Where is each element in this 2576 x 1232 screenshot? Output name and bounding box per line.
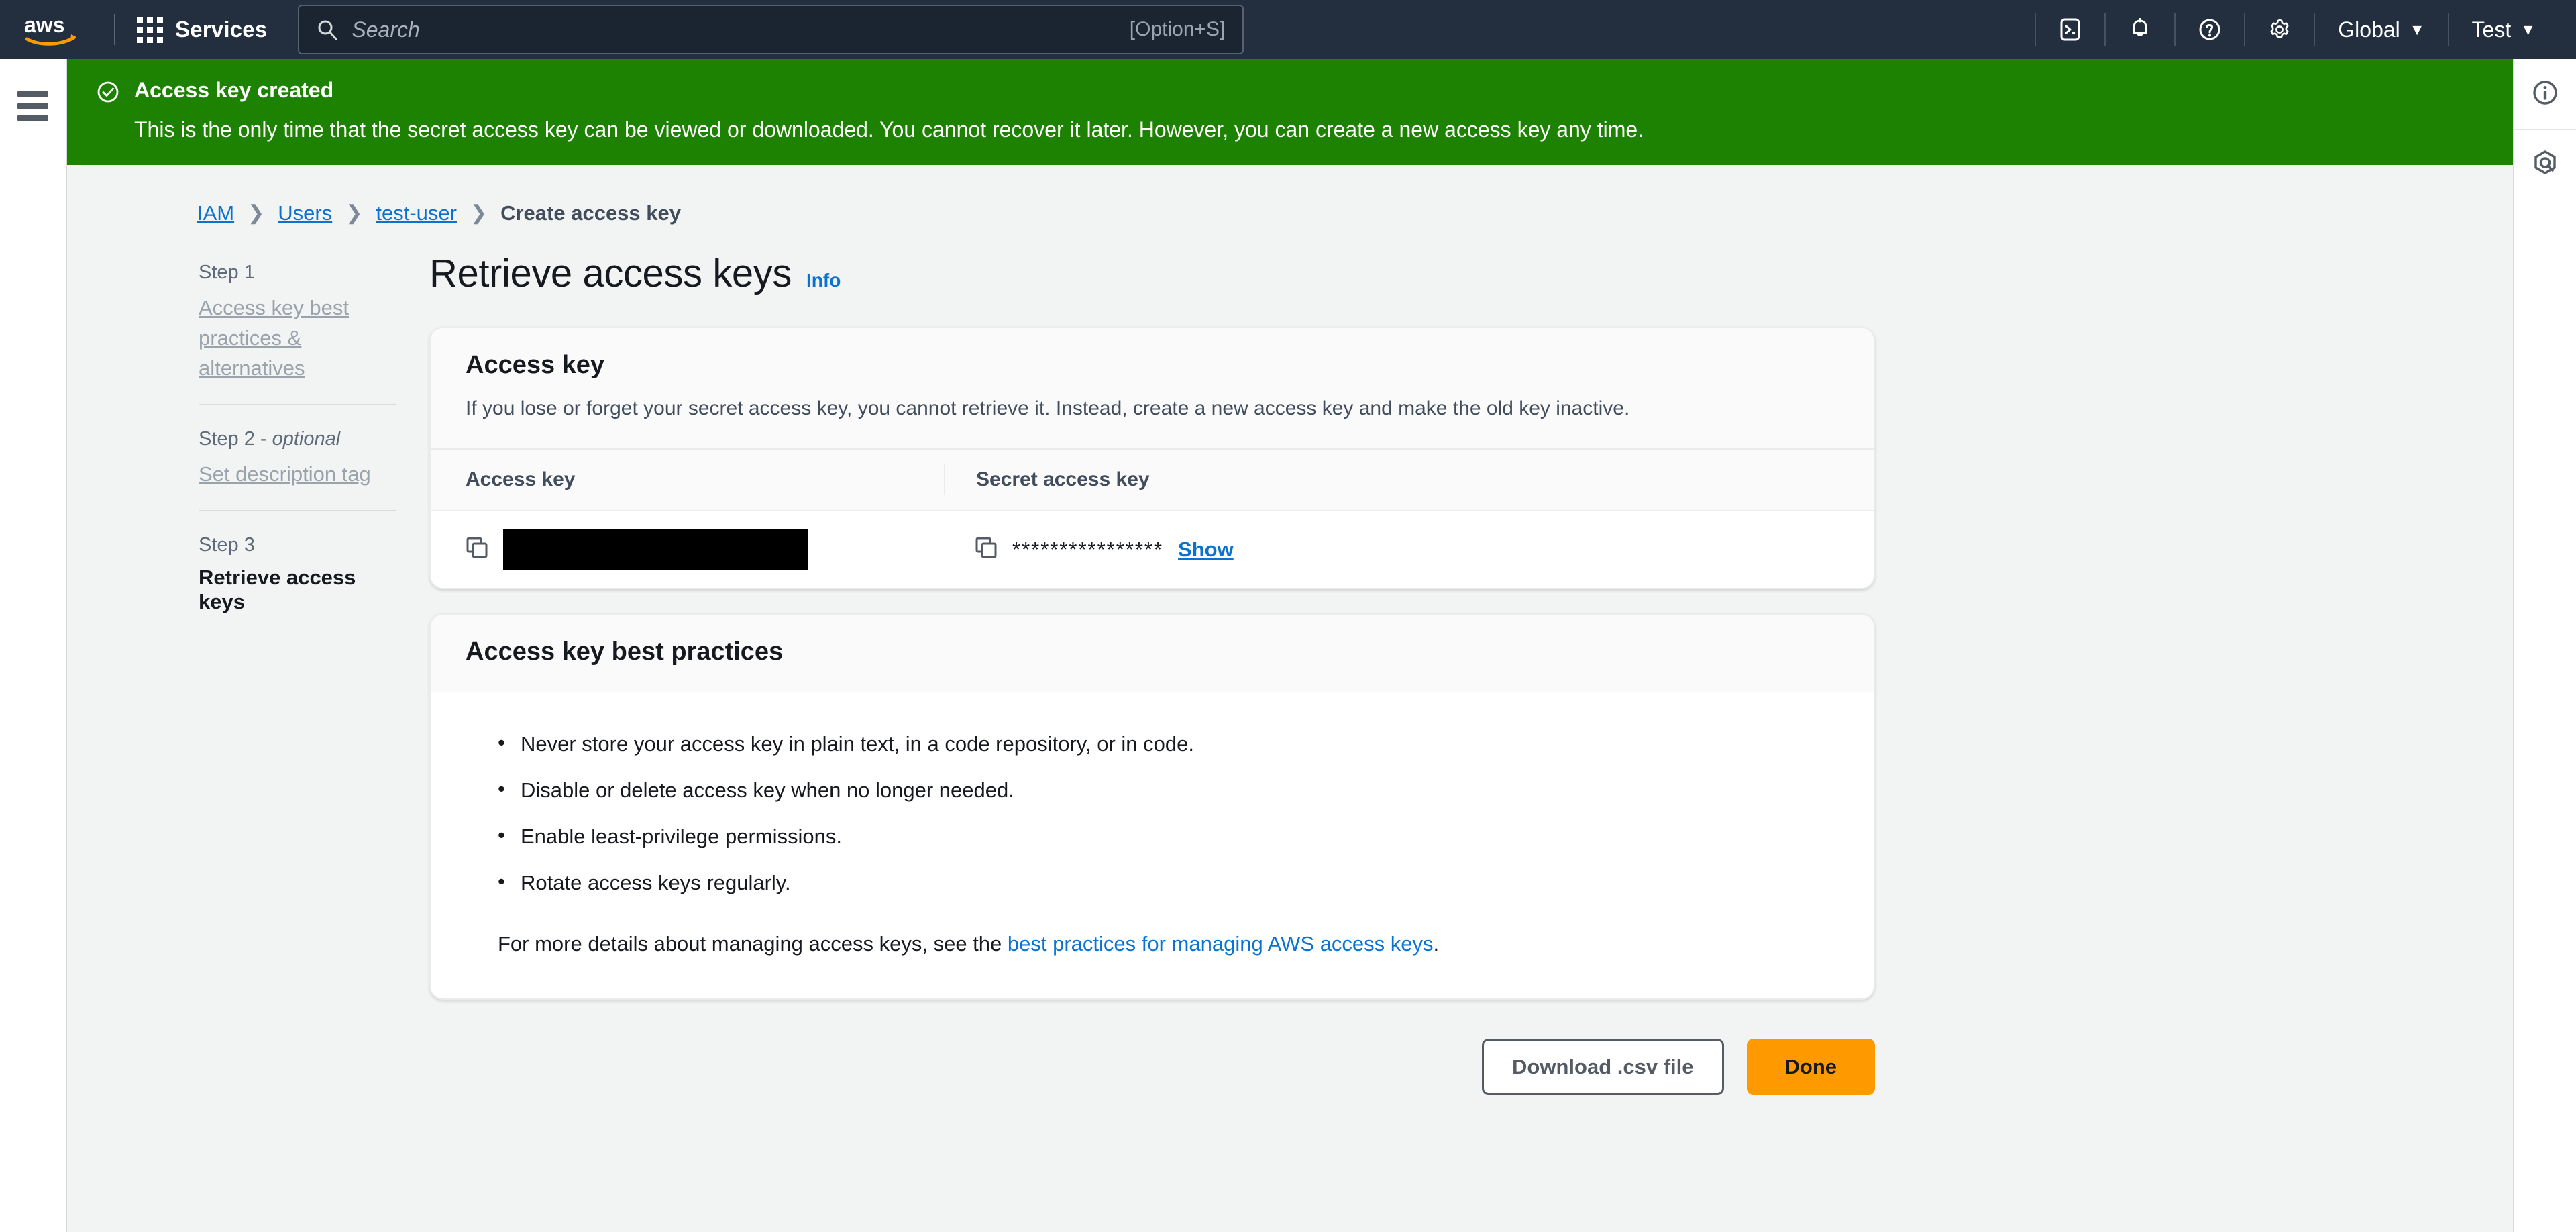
wizard-step-3: Step 3 Retrieve access keys xyxy=(199,510,396,634)
amazon-q-button[interactable] xyxy=(2514,129,2576,199)
wizard-step-2: Step 2 - optional Set description tag xyxy=(199,404,396,510)
wizard-steps-sidebar: Step 1 Access key best practices & alter… xyxy=(67,251,429,1232)
secret-access-key-masked-value: **************** xyxy=(1012,537,1163,562)
success-flash-banner: Access key created This is the only time… xyxy=(67,59,2513,165)
wizard-main-column: Retrieve access keys Info Access key If … xyxy=(429,251,2513,1232)
region-selector[interactable]: Global ▼ xyxy=(2315,0,2447,59)
list-item: Never store your access key in plain tex… xyxy=(498,729,1839,760)
cloudshell-icon xyxy=(2059,18,2082,41)
flash-description: This is the only time that the secret ac… xyxy=(134,114,1644,145)
global-search-box[interactable]: Search [Option+S] xyxy=(298,5,1244,54)
step-2-number: Step 2 - optional xyxy=(199,428,396,450)
step-1-label[interactable]: Access key best practices & alternatives xyxy=(199,293,396,384)
breadcrumb-item-iam[interactable]: IAM xyxy=(197,201,234,225)
best-practices-list: Never store your access key in plain tex… xyxy=(498,729,1839,899)
footer-prefix: For more details about managing access k… xyxy=(498,932,1008,956)
grid-icon xyxy=(137,17,163,43)
list-item: Rotate access keys regularly. xyxy=(498,868,1839,899)
page-header: Retrieve access keys Info xyxy=(429,251,2513,327)
account-label: Test xyxy=(2472,17,2512,42)
done-button[interactable]: Done xyxy=(1747,1039,1876,1095)
access-key-card-header: Access key If you lose or forget your se… xyxy=(431,328,1874,448)
breadcrumb-separator-icon: ❯ xyxy=(345,201,362,225)
chevron-down-icon: ▼ xyxy=(2410,22,2425,38)
list-item: Enable least-privilege permissions. xyxy=(498,822,1839,852)
aws-logo[interactable]: aws xyxy=(23,12,85,47)
step-2-label[interactable]: Set description tag xyxy=(199,460,396,490)
secret-access-key-cell: **************** Show xyxy=(944,536,1254,562)
settings-button[interactable] xyxy=(2245,0,2314,59)
info-link[interactable]: Info xyxy=(806,270,841,291)
download-csv-button[interactable]: Download .csv file xyxy=(1482,1039,1723,1095)
breadcrumb-item-test-user[interactable]: test-user xyxy=(376,201,457,225)
access-key-cell xyxy=(431,529,944,570)
notifications-bell-icon xyxy=(2129,18,2151,41)
svg-text:aws: aws xyxy=(24,13,64,37)
check-circle-icon xyxy=(97,81,119,107)
best-practices-card-body: Never store your access key in plain tex… xyxy=(431,692,1874,998)
region-label: Global xyxy=(2338,17,2400,42)
show-secret-link[interactable]: Show xyxy=(1178,537,1234,562)
breadcrumb-separator-icon: ❯ xyxy=(248,201,264,225)
breadcrumb-separator-icon: ❯ xyxy=(470,201,487,225)
access-key-table-header: Access key Secret access key xyxy=(431,448,1874,511)
hamburger-menu-icon[interactable] xyxy=(17,87,48,125)
search-icon xyxy=(317,19,338,40)
access-key-value-redacted xyxy=(503,529,808,570)
best-practices-card-header: Access key best practices xyxy=(431,615,1874,692)
info-panel-button[interactable] xyxy=(2514,59,2576,129)
best-practices-doc-link[interactable]: best practices for managing AWS access k… xyxy=(1008,932,1434,956)
top-nav-right-group: Global ▼ Test ▼ xyxy=(2035,0,2559,59)
breadcrumb-item-current: Create access key xyxy=(500,201,681,225)
table-row: **************** Show xyxy=(431,511,1874,588)
search-shortcut-hint: [Option+S] xyxy=(1130,18,1226,41)
page-title: Retrieve access keys xyxy=(429,251,792,296)
column-header-secret-access-key: Secret access key xyxy=(944,464,1170,495)
step-3-number: Step 3 xyxy=(199,534,396,556)
wizard-actions: Download .csv file Done xyxy=(429,1024,1875,1095)
access-key-card-subtitle: If you lose or forget your secret access… xyxy=(466,395,1839,423)
app-shell: Access key created This is the only time… xyxy=(0,59,2576,1232)
settings-gear-icon xyxy=(2268,18,2291,41)
left-rail xyxy=(0,59,67,1232)
step-3-label: Retrieve access keys xyxy=(199,566,356,613)
nav-divider xyxy=(114,14,115,45)
main-content-area: Access key created This is the only time… xyxy=(67,59,2513,1232)
step-1-number: Step 1 xyxy=(199,262,396,284)
help-icon xyxy=(2198,18,2221,41)
amazon-q-hexagon-icon xyxy=(2532,150,2559,180)
services-menu-button[interactable]: Services xyxy=(130,11,274,48)
best-practices-footer-text: For more details about managing access k… xyxy=(498,929,1839,960)
search-input[interactable]: Search xyxy=(352,17,1116,42)
breadcrumb: IAM ❯ Users ❯ test-user ❯ Create access … xyxy=(67,165,2513,225)
access-key-card: Access key If you lose or forget your se… xyxy=(429,327,1875,589)
list-item: Disable or delete access key when no lon… xyxy=(498,776,1839,806)
right-rail xyxy=(2513,59,2576,1232)
breadcrumb-item-users[interactable]: Users xyxy=(278,201,332,225)
top-navigation-bar: aws Services Search [Option+S] xyxy=(0,0,2576,59)
best-practices-card-title: Access key best practices xyxy=(466,637,1839,666)
help-button[interactable] xyxy=(2176,0,2244,59)
chevron-down-icon: ▼ xyxy=(2520,22,2536,38)
best-practices-card: Access key best practices Never store yo… xyxy=(429,613,1875,1000)
wizard-step-1: Step 1 Access key best practices & alter… xyxy=(199,251,396,404)
notifications-button[interactable] xyxy=(2106,0,2174,59)
cloudshell-button[interactable] xyxy=(2036,0,2104,59)
account-menu[interactable]: Test ▼ xyxy=(2449,0,2559,59)
info-circle-icon xyxy=(2532,79,2559,109)
column-header-access-key: Access key xyxy=(431,464,944,495)
services-label: Services xyxy=(175,17,267,42)
copy-icon[interactable] xyxy=(466,536,488,562)
access-key-card-title: Access key xyxy=(466,351,1839,380)
footer-suffix: . xyxy=(1434,932,1440,956)
copy-icon[interactable] xyxy=(975,536,998,562)
wizard-body: Step 1 Access key best practices & alter… xyxy=(67,225,2513,1232)
flash-title: Access key created xyxy=(134,76,1644,105)
